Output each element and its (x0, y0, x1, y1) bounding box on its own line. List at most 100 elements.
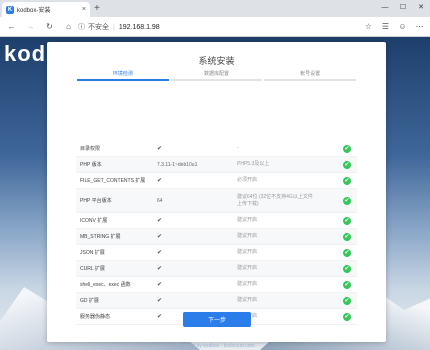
status-cell: ✔ (317, 160, 357, 169)
check-item-value: 64 (157, 197, 163, 204)
maximize-icon[interactable]: ☐ (394, 0, 412, 14)
table-row: GD 扩展 ✔ 建议开启 ✔ (76, 293, 357, 309)
check-item-requirement: 建议开启 (237, 297, 258, 303)
step-label: 环境检测 (112, 71, 133, 77)
browser-tabbar: K kodbox-安装 × + — ☐ ✕ (0, 0, 430, 17)
table-row: PHP 版本 7.3.11-1~deb10u1 PHP5.3及以上 ✔ (76, 157, 357, 173)
checkmark-icon: ✔ (157, 282, 163, 288)
collections-icon[interactable]: ☰ (379, 20, 392, 33)
check-item-requirement: 建议开启 (237, 281, 258, 287)
security-status: 不安全 (88, 24, 109, 31)
kodbox-logo: kod (4, 41, 47, 66)
minimize-icon[interactable]: — (376, 0, 394, 14)
table-row: 目录权限 ✔ - ✔ (76, 141, 357, 157)
success-check-icon: ✔ (343, 176, 351, 185)
checkmark-icon: ✔ (157, 234, 163, 240)
status-cell: ✔ (317, 280, 357, 289)
step-bar (77, 79, 169, 81)
success-check-icon: ✔ (343, 232, 351, 241)
checkmark-icon: ✔ (157, 250, 163, 256)
check-item-requirement: 建议开启 (237, 265, 258, 271)
step-db-config: 数据库配置 (170, 70, 264, 81)
status-cell: ✔ (317, 144, 357, 153)
checkmark-icon: ✔ (157, 266, 163, 272)
check-item-name: PHP 版本 (80, 162, 102, 168)
check-item-requirement: 必须开启 (237, 177, 258, 183)
favorite-star-icon[interactable]: ☆ (362, 20, 375, 33)
close-tab-icon[interactable]: × (82, 6, 86, 13)
step-progress: 环境检测 数据库配置 帐号设置 (76, 70, 357, 81)
table-row: JSON 扩展 ✔ 建议开启 ✔ (76, 245, 357, 261)
success-check-icon: ✔ (343, 144, 351, 153)
address-separator: | (113, 23, 115, 31)
success-check-icon: ✔ (343, 216, 351, 225)
table-row: shell_exec、exec 函数 ✔ 建议开启 ✔ (76, 277, 357, 293)
table-row: FILE_GET_CONTENTS 扩展 ✔ 必须开启 ✔ (76, 173, 357, 189)
tab-title: kodbox-安装 (17, 8, 51, 14)
status-cell: ✔ (317, 312, 357, 321)
check-item-requirement: - (237, 145, 239, 151)
check-item-name: PHP 平台版本 (80, 198, 112, 204)
check-item-requirement: 建议开启 (237, 249, 258, 255)
next-step-button[interactable]: 下一步 (183, 312, 251, 327)
success-check-icon: ✔ (343, 264, 351, 273)
check-item-name: FILE_GET_CONTENTS 扩展 (80, 178, 146, 184)
install-card: 系统安装 环境检测 数据库配置 帐号设置 目录权限 ✔ - ✔ PHP 版本 7.3.11… (47, 42, 386, 342)
toolbar-actions: ☆ ☰ ☺ ⋯ (362, 20, 426, 33)
info-icon[interactable]: ⓘ (78, 22, 85, 32)
browser-toolbar: ← → ↻ ⌂ ⓘ 不安全 | 192.168.1.98 ☆ ☰ ☺ ⋯ (0, 17, 430, 37)
status-cell: ✔ (317, 232, 357, 241)
success-check-icon: ✔ (343, 312, 351, 321)
success-check-icon: ✔ (343, 296, 351, 305)
success-check-icon: ✔ (343, 280, 351, 289)
new-tab-button[interactable]: + (94, 3, 100, 15)
table-row: ICONV 扩展 ✔ 建议开启 ✔ (76, 213, 357, 229)
status-cell: ✔ (317, 176, 357, 185)
more-options-icon[interactable]: ⋯ (413, 20, 426, 33)
status-cell: ✔ (317, 196, 357, 205)
window-controls: — ☐ ✕ (376, 0, 430, 14)
step-label: 数据库配置 (204, 71, 230, 77)
env-check-table: 目录权限 ✔ - ✔ PHP 版本 7.3.11-1~deb10u1 PHP5.3及以上 ✔ F… (76, 141, 357, 325)
checkmark-icon: ✔ (157, 178, 163, 184)
close-window-icon[interactable]: ✕ (412, 0, 430, 14)
table-row: CURL 扩展 ✔ 建议开启 ✔ (76, 261, 357, 277)
browser-tab[interactable]: K kodbox-安装 × (2, 2, 90, 17)
check-item-name: MB_STRING 扩展 (80, 234, 121, 240)
status-cell: ✔ (317, 248, 357, 257)
checkmark-icon: ✔ (157, 218, 163, 224)
check-item-requirement: 建议64位 (32位不支持4G以上文件上传下载) (237, 193, 313, 207)
kodbox-favicon-icon: K (6, 5, 14, 14)
check-item-name: JSON 扩展 (80, 250, 105, 256)
check-item-requirement: 建议开启 (237, 233, 258, 239)
checkmark-icon: ✔ (157, 146, 163, 152)
checkmark-icon: ✔ (157, 298, 163, 304)
step-account-setup: 帐号设置 (263, 70, 357, 81)
check-item-name: ICONV 扩展 (80, 218, 108, 224)
check-item-value: 7.3.11-1~deb10u1 (157, 161, 198, 168)
step-bar (170, 79, 263, 81)
check-item-name: CURL 扩展 (80, 266, 105, 272)
check-item-name: GD 扩展 (80, 298, 99, 304)
home-icon[interactable]: ⌂ (61, 19, 76, 35)
table-row: PHP 平台版本 64 建议64位 (32位不支持4G以上文件上传下载) ✔ (76, 189, 357, 213)
footer-text: Powered by kodbox · kodcloud.com (175, 343, 255, 349)
check-item-requirement: 建议开启 (237, 217, 258, 223)
success-check-icon: ✔ (343, 196, 351, 205)
address-bar[interactable]: ⓘ 不安全 | 192.168.1.98 (78, 20, 378, 34)
profile-icon[interactable]: ☺ (396, 20, 409, 33)
step-bar (264, 79, 357, 81)
check-item-requirement: PHP5.3及以上 (237, 161, 270, 167)
check-item-name: shell_exec、exec 函数 (80, 282, 131, 288)
forward-icon[interactable]: → (23, 19, 38, 35)
reload-icon[interactable]: ↻ (42, 19, 57, 35)
status-cell: ✔ (317, 296, 357, 305)
success-check-icon: ✔ (343, 160, 351, 169)
url-text[interactable]: 192.168.1.98 (119, 24, 160, 31)
back-icon[interactable]: ← (4, 19, 19, 35)
success-check-icon: ✔ (343, 248, 351, 257)
table-row: MB_STRING 扩展 ✔ 建议开启 ✔ (76, 229, 357, 245)
step-label: 帐号设置 (300, 71, 321, 77)
status-cell: ✔ (317, 264, 357, 273)
status-cell: ✔ (317, 216, 357, 225)
